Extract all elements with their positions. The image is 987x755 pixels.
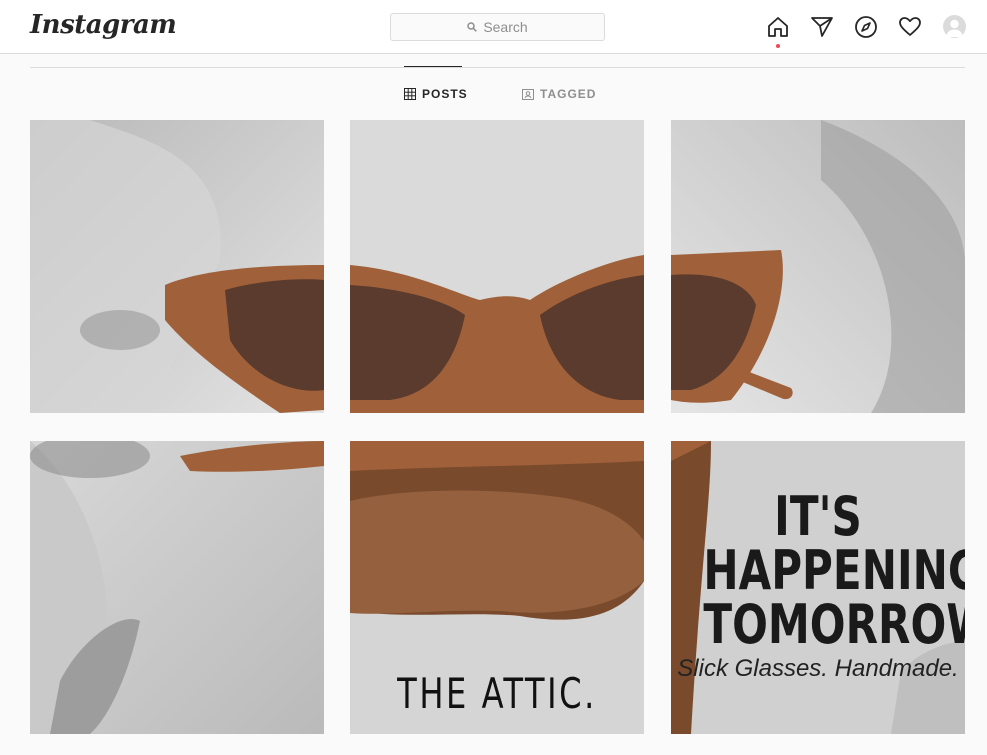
profile-avatar[interactable]: [943, 15, 966, 38]
avatar-silhouette-icon: [946, 19, 963, 37]
direct-icon: [811, 17, 833, 37]
home-icon: [768, 17, 788, 37]
post-tile-3[interactable]: [671, 120, 965, 413]
post-headline-line3: TOMORROW: [703, 593, 965, 656]
tab-tagged-label: TAGGED: [540, 87, 597, 101]
instagram-logo[interactable]: Instagram: [30, 10, 177, 40]
post-tile-1[interactable]: [30, 120, 324, 413]
post-tile-4[interactable]: [30, 441, 324, 734]
grid-icon: [404, 88, 416, 100]
tab-posts-label: POSTS: [422, 87, 468, 101]
tab-tagged[interactable]: TAGGED: [522, 87, 596, 101]
active-tab-indicator: [404, 66, 462, 67]
profile-tabs-divider: [30, 67, 965, 68]
top-navigation-bar: Instagram Search: [0, 0, 987, 54]
post-tile-2[interactable]: [350, 120, 644, 413]
search-input[interactable]: Search: [390, 13, 605, 41]
post-tile-5[interactable]: THE ATTIC.: [350, 441, 644, 734]
explore-icon: [855, 16, 877, 38]
post-image-3: [671, 120, 965, 413]
tab-posts[interactable]: POSTS: [404, 87, 468, 101]
home-button[interactable]: [765, 14, 791, 40]
search-placeholder: Search: [483, 19, 528, 35]
heart-icon: [899, 17, 921, 36]
activity-button[interactable]: [897, 14, 923, 40]
post-tile-6[interactable]: IT'S HAPPENING TOMORROW Slick Glasses. H…: [671, 441, 965, 734]
post-image-1: [30, 120, 324, 413]
post-caption-the-attic: THE ATTIC.: [397, 669, 597, 718]
post-image-2: [350, 120, 644, 413]
post-image-4: [30, 441, 324, 734]
post-subheadline: Slick Glasses. Handmade.: [677, 655, 959, 682]
explore-button[interactable]: [853, 14, 879, 40]
tagged-icon: [522, 89, 534, 100]
notification-dot: [776, 44, 780, 48]
direct-messages-button[interactable]: [809, 14, 835, 40]
search-icon: [467, 22, 478, 32]
